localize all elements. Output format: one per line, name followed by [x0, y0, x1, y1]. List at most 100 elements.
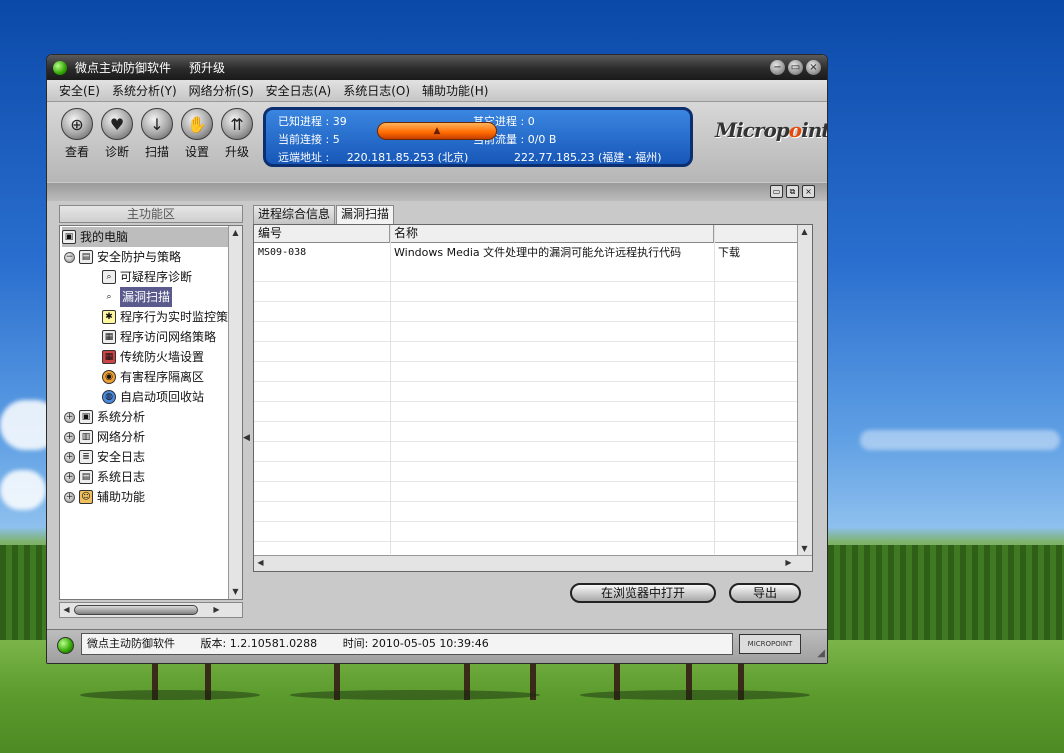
tree-item-system-analysis[interactable]: + ▣ 系统分析	[64, 407, 145, 427]
status-app-name: 微点主动防御软件	[87, 637, 175, 650]
download-link[interactable]: 下载	[714, 244, 798, 262]
tree-item-vuln-scan[interactable]: ⌕ 漏洞扫描	[102, 287, 173, 307]
table-vertical-scrollbar[interactable]: ▲ ▼	[797, 225, 812, 556]
column-header-id[interactable]: 编号	[254, 225, 390, 243]
known-process-label: 已知进程	[278, 115, 322, 128]
scroll-down-icon[interactable]: ▼	[798, 542, 811, 556]
table-horizontal-scrollbar[interactable]: ◀ ▶	[254, 555, 812, 571]
pre-upgrade-label[interactable]: 预升级	[189, 59, 225, 76]
tree-item-helper[interactable]: + ☺ 辅助功能	[64, 487, 145, 507]
layout-restore-icon[interactable]: ▭	[770, 185, 783, 198]
remote-ip-1: 220.181.85.253 (北京)	[346, 151, 469, 164]
hand-settings-icon: ✋	[181, 108, 213, 140]
scroll-left-icon[interactable]: ◀	[60, 603, 73, 617]
minimize-button[interactable]: −	[770, 60, 785, 75]
magnifier-doc-icon: ⌕	[102, 270, 116, 284]
collapse-icon[interactable]: −	[64, 251, 75, 263]
tab-bar: 进程综合信息 漏洞扫描	[253, 205, 395, 224]
heart-diagnose-icon: ♥	[101, 108, 133, 140]
open-in-browser-button[interactable]: 在浏览器中打开	[570, 583, 716, 603]
settings-button[interactable]: ✋ 设置	[179, 108, 215, 160]
scroll-right-icon[interactable]: ▶	[210, 603, 223, 617]
tree-item-system-log[interactable]: + ▤ 系统日志	[64, 467, 145, 487]
splitter-arrow-icon[interactable]: ◀	[243, 433, 250, 443]
shadow	[580, 690, 810, 700]
app-orb-icon	[53, 60, 67, 75]
tree-item-my-computer[interactable]: ▣ 我的电脑	[62, 227, 228, 247]
protection-status-icon	[57, 637, 74, 654]
column-header-name[interactable]: 名称	[390, 225, 714, 243]
window-title: 微点主动防御软件	[75, 61, 172, 75]
close-button[interactable]: ×	[806, 60, 821, 75]
settings-label: 设置	[184, 145, 209, 159]
menu-network-analysis[interactable]: 网络分析(S)	[189, 82, 254, 99]
scroll-left-icon[interactable]: ◀	[254, 556, 267, 570]
export-button[interactable]: 导出	[729, 583, 801, 603]
tab-vuln-scan[interactable]: 漏洞扫描	[336, 205, 395, 224]
layout-tile-icon[interactable]: ⧉	[786, 185, 799, 198]
menu-security-log[interactable]: 安全日志(A)	[266, 82, 332, 99]
tree-item-autostart-recycle[interactable]: ◍ 自启动项回收站	[102, 387, 204, 407]
tree-item-security-log[interactable]: + ≣ 安全日志	[64, 447, 145, 467]
monitor-clock-icon: ✱	[102, 310, 116, 324]
expand-icon[interactable]: +	[64, 411, 75, 423]
scroll-up-icon[interactable]: ▲	[798, 225, 811, 239]
scan-button[interactable]: ↓ 扫描	[139, 108, 175, 160]
expand-icon[interactable]: +	[64, 491, 75, 503]
resize-grip-icon[interactable]: ◢	[817, 648, 825, 659]
logo-text-a: Microp	[715, 118, 790, 142]
upgrade-button[interactable]: ⇈ 升级	[219, 108, 255, 160]
menu-system-analysis[interactable]: 系统分析(Y)	[112, 82, 177, 99]
other-process-value: 0	[527, 115, 535, 128]
tree-horizontal-scrollbar[interactable]: ◀ ▶	[59, 602, 243, 618]
status-text-box: 微点主动防御软件 版本: 1.2.10581.0288 时间: 2010-05-…	[81, 633, 733, 655]
system-window-icon: ▣	[79, 410, 93, 424]
view-button[interactable]: ⊕ 查看	[59, 108, 95, 160]
tree-label-selected: 漏洞扫描	[120, 287, 173, 307]
magnifier-icon: ⊕	[61, 108, 93, 140]
table-row[interactable]: MS09-038 Windows Media 文件处理中的漏洞可能允许远程执行代…	[254, 244, 798, 262]
tree-item-suspicious-diagnosis[interactable]: ⌕ 可疑程序诊断	[102, 267, 192, 287]
tab-process-info[interactable]: 进程综合信息	[253, 205, 336, 224]
pane-splitter[interactable]: ◀	[243, 205, 251, 620]
status-version: 版本: 1.2.10581.0288	[200, 637, 318, 650]
menu-helper[interactable]: 辅助功能(H)	[422, 82, 488, 99]
tree-item-firewall[interactable]: ▦ 传统防火墙设置	[102, 347, 204, 367]
menu-security[interactable]: 安全(E)	[59, 82, 100, 99]
tree-item-network-policy[interactable]: ▦ 程序访问网络策略	[102, 327, 216, 347]
diagnose-label: 诊断	[104, 145, 129, 159]
tree-item-behavior-monitor[interactable]: ✱ 程序行为实时监控策	[102, 307, 228, 327]
table-header: 编号 名称	[254, 225, 798, 243]
scroll-down-icon[interactable]: ▼	[229, 585, 242, 599]
menu-system-log[interactable]: 系统日志(O)	[343, 82, 410, 99]
restore-button[interactable]: ▭	[788, 60, 803, 75]
expand-icon[interactable]: +	[64, 451, 75, 463]
magnifier-icon: ⌕	[106, 292, 112, 302]
tree-label: 有害程序隔离区	[120, 370, 205, 384]
connections-label: 当前连接	[278, 133, 322, 146]
collapse-panel-button[interactable]: ▲	[377, 122, 497, 140]
tree-item-security-policy[interactable]: − ▤ 安全防护与策略	[64, 247, 181, 267]
tree-label: 安全日志	[97, 450, 146, 464]
scroll-up-icon[interactable]: ▲	[229, 226, 242, 240]
expand-icon[interactable]: +	[64, 431, 75, 443]
tree-vertical-scrollbar[interactable]: ▲ ▼	[228, 226, 242, 599]
column-header-action[interactable]	[714, 225, 798, 243]
logo-text-o: o	[788, 118, 802, 142]
scroll-thumb[interactable]	[74, 605, 198, 615]
tree-label: 网络分析	[97, 430, 146, 444]
tree-item-quarantine[interactable]: ◉ 有害程序隔离区	[102, 367, 204, 387]
shield-icon: ▤	[79, 250, 93, 264]
tree-item-network-analysis[interactable]: + ▥ 网络分析	[64, 427, 145, 447]
expand-icon[interactable]: +	[64, 471, 75, 483]
tree-label: 辅助功能	[97, 490, 146, 504]
scan-icon: ↓	[141, 108, 173, 140]
tree-label: 程序访问网络策略	[120, 330, 217, 344]
micropoint-logo: Micropoint	[715, 118, 827, 142]
pane-strip: ▭ ⧉ ×	[47, 183, 827, 201]
scroll-right-icon[interactable]: ▶	[782, 556, 795, 570]
status-time: 时间: 2010-05-05 10:39:46	[342, 637, 489, 650]
diagnose-button[interactable]: ♥ 诊断	[99, 108, 135, 160]
pane-close-icon[interactable]: ×	[802, 185, 815, 198]
title-bar[interactable]: 微点主动防御软件 预升级 − ▭ ×	[47, 55, 827, 80]
